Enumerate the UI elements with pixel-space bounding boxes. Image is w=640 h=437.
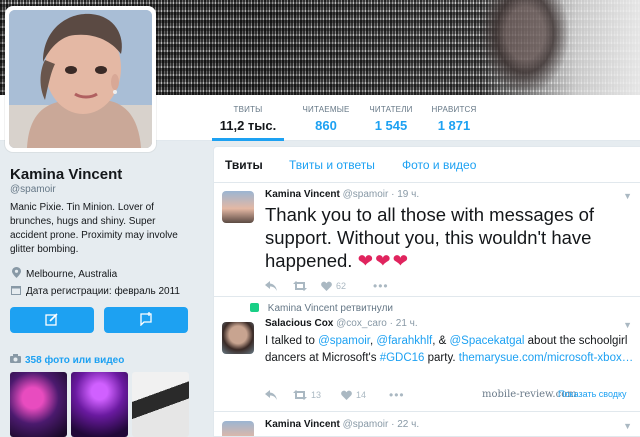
- location-text: Melbourne, Australia: [26, 268, 118, 280]
- like-button[interactable]: 62: [321, 281, 373, 291]
- tab-tweets[interactable]: Твиты: [225, 158, 263, 172]
- joined-text: Дата регистрации: февраль 2011: [26, 286, 180, 297]
- stat-label: НРАВИТСЯ: [431, 105, 477, 114]
- tweet-timestamp[interactable]: · 22 ч.: [391, 419, 419, 430]
- photo-thumbnail[interactable]: [132, 372, 189, 437]
- tweet-text-segment: , &: [432, 335, 450, 347]
- retweet-button[interactable]: 13: [293, 390, 341, 400]
- tweet-text-segment: party.: [424, 351, 459, 364]
- stat-following[interactable]: ЧИТАЕМЫЕ 860: [292, 95, 360, 141]
- tweet-menu-chevron-icon[interactable]: ▼: [623, 421, 632, 431]
- direct-message-button[interactable]: [104, 307, 188, 333]
- show-summary-link[interactable]: Показать сводку: [558, 389, 627, 399]
- tweet-author-handle: @spamoir: [342, 419, 389, 430]
- tweet-timestamp[interactable]: · 21 ч.: [390, 318, 418, 329]
- profile-name[interactable]: Kamina Vincent: [10, 166, 122, 183]
- like-count: 14: [356, 390, 367, 400]
- stat-likes[interactable]: НРАВИТСЯ 1 871: [426, 95, 482, 141]
- more-icon[interactable]: •••: [373, 279, 389, 293]
- profile-joined: Дата регистрации: февраль 2011: [10, 285, 180, 298]
- avatar-photo: [9, 10, 152, 148]
- mention-link[interactable]: @farahkhlf: [376, 335, 432, 347]
- location-pin-icon: [10, 267, 22, 281]
- stat-followers[interactable]: ЧИТАТЕЛИ 1 545: [362, 95, 420, 141]
- photos-count-text: 358 фото или видео: [25, 354, 125, 366]
- like-button[interactable]: 14: [341, 390, 389, 400]
- tweet-actions: 13 14 •••: [265, 388, 405, 402]
- tweet-header: Salacious Cox @cox_caro · 21 ч.: [265, 318, 418, 329]
- tweet[interactable]: Kamina Vincent @spamoir · 19 ч. ▼ Thank …: [214, 183, 640, 297]
- message-icon: [139, 311, 153, 329]
- retweet-context: Kamina Vincent ретвитнули: [250, 303, 393, 314]
- tweet-timestamp[interactable]: · 19 ч.: [391, 189, 419, 200]
- tweet-author-name[interactable]: Salacious Cox: [265, 318, 333, 329]
- retweeted-by-text[interactable]: Kamina Vincent ретвитнули: [268, 303, 393, 314]
- tweet-author-name[interactable]: Kamina Vincent: [265, 419, 340, 430]
- camera-icon: [10, 354, 21, 366]
- photo-thumbnails: [10, 372, 189, 437]
- profile-location: Melbourne, Australia: [10, 267, 117, 281]
- stat-value: 860: [315, 118, 337, 133]
- profile-handle: @spamoir: [10, 184, 56, 195]
- photo-thumbnail[interactable]: [10, 372, 67, 437]
- tweet-author-handle: @spamoir: [342, 189, 389, 200]
- tweet-actions: 62 •••: [265, 279, 389, 293]
- stat-label: ЧИТАТЕЛИ: [369, 105, 413, 114]
- banner-figure: [480, 0, 570, 95]
- mention-link[interactable]: @Spacekatgal: [449, 335, 524, 347]
- retweet-icon: [293, 390, 307, 400]
- stat-value: 1 545: [374, 118, 408, 133]
- tweet-avatar[interactable]: [222, 191, 254, 223]
- url-link[interactable]: themarysue.com/microsoft-xbox…: [459, 352, 633, 364]
- hashtag-link[interactable]: #GDC16: [380, 352, 425, 364]
- profile-avatar[interactable]: [5, 6, 156, 152]
- sparkling-heart-icons: ❤❤❤: [357, 250, 411, 271]
- stat-value: 11,2 тыс.: [219, 118, 277, 133]
- tweet-header: Kamina Vincent @spamoir · 19 ч.: [265, 189, 419, 200]
- tweet-author-name[interactable]: Kamina Vincent: [265, 189, 340, 200]
- like-count: 62: [336, 281, 347, 291]
- compose-icon: [45, 312, 59, 329]
- tweet[interactable]: Kamina Vincent @spamoir · 22 ч. ▼: [214, 413, 640, 436]
- profile-actions: [10, 307, 188, 333]
- stat-label: ЧИТАЕМЫЕ: [302, 105, 350, 114]
- tweet-text: Thank you to all those with messages of …: [265, 203, 625, 272]
- tweet-text-segment: I talked to: [265, 335, 319, 347]
- mention-link[interactable]: @spamoir: [318, 335, 370, 347]
- retweet-icon[interactable]: [293, 281, 321, 291]
- timeline-tabs: Твиты Твиты и ответы Фото и видео: [214, 147, 640, 183]
- compose-tweet-button[interactable]: [10, 307, 94, 333]
- tweet-header: Kamina Vincent @spamoir · 22 ч.: [265, 419, 419, 430]
- tab-tweets-replies[interactable]: Твиты и ответы: [289, 158, 375, 172]
- reply-icon[interactable]: [265, 281, 293, 291]
- profile-bio: Manic Pixie. Tin Minion. Lover of brunch…: [10, 202, 178, 255]
- retweet-context-icon: [250, 303, 259, 312]
- heart-icon: [341, 390, 352, 400]
- calendar-icon: [10, 285, 22, 298]
- reply-icon[interactable]: [265, 390, 293, 400]
- photos-videos-link[interactable]: 358 фото или видео: [10, 354, 124, 366]
- stat-tweets[interactable]: ТВИТЫ 11,2 тыс.: [212, 95, 284, 141]
- retweet-count: 13: [311, 390, 322, 400]
- stat-label: ТВИТЫ: [233, 105, 263, 114]
- tweet-text: I talked to @spamoir, @farahkhlf, & @Spa…: [265, 333, 635, 366]
- tweet-avatar[interactable]: [222, 421, 254, 436]
- tweet-author-handle: @cox_caro: [336, 318, 387, 329]
- more-icon[interactable]: •••: [389, 388, 405, 402]
- photo-thumbnail[interactable]: [71, 372, 128, 437]
- stat-value: 1 871: [437, 118, 471, 133]
- heart-icon: [321, 281, 332, 291]
- tweet-avatar[interactable]: [222, 322, 254, 354]
- tab-photos-videos[interactable]: Фото и видео: [402, 158, 476, 172]
- tweet-menu-chevron-icon[interactable]: ▼: [623, 320, 632, 330]
- tweet-menu-chevron-icon[interactable]: ▼: [623, 191, 632, 201]
- tweet-text-content: Thank you to all those with messages of …: [265, 204, 595, 271]
